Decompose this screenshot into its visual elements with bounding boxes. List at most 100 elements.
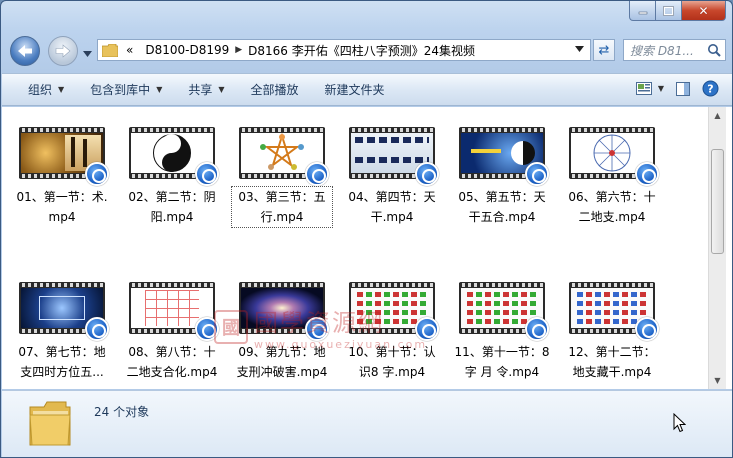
file-name[interactable]: 06、第六节：十 二地支.mp4 <box>562 187 662 227</box>
video-thumbnail[interactable] <box>239 282 329 341</box>
search-icon[interactable] <box>707 43 721 57</box>
folder-icon <box>29 401 71 446</box>
breadcrumb-overflow[interactable]: « <box>126 43 133 57</box>
details-pane: 24 个对象 <box>2 390 732 457</box>
new-folder-button[interactable]: 新建文件夹 <box>325 81 385 98</box>
chevron-down-icon: ▼ <box>657 84 664 93</box>
chevron-down-icon: ▼ <box>58 85 65 94</box>
preview-pane-icon <box>676 81 690 96</box>
address-history-dropdown-icon[interactable] <box>575 46 584 52</box>
video-thumbnail[interactable] <box>349 282 439 341</box>
file-name-line2: 二地支合化.mp4 <box>126 365 218 379</box>
organize-menu[interactable]: 组织 ▼ <box>28 81 64 98</box>
media-player-icon <box>415 162 439 186</box>
explorer-window: ✕ « D8100-D8199 ▶ D8166 李开佑《四柱八字预测》24集视频… <box>0 0 733 458</box>
search-placeholder: 搜索 D81... <box>630 43 694 58</box>
close-icon: ✕ <box>698 3 709 18</box>
folder-icon <box>102 43 118 57</box>
file-name[interactable]: 10、第十节：认 识8 字.mp4 <box>342 342 442 382</box>
file-name[interactable]: 05、第五节：天 干五合.mp4 <box>452 187 552 227</box>
video-thumbnail[interactable] <box>459 127 549 186</box>
chevron-down-icon <box>83 51 92 57</box>
address-bar[interactable]: « D8100-D8199 ▶ D8166 李开佑《四柱八字预测》24集视频 <box>97 39 591 61</box>
arrow-right-icon <box>55 44 71 58</box>
help-button[interactable]: ? <box>702 80 719 97</box>
search-input[interactable]: 搜索 D81... <box>623 39 726 61</box>
help-icon: ? <box>702 80 719 97</box>
play-all-button[interactable]: 全部播放 <box>251 81 299 98</box>
file-name-line2: 识8 字.mp4 <box>358 365 426 379</box>
forward-button[interactable] <box>48 36 78 66</box>
file-name-line1: 07、第七节：地 <box>18 345 106 359</box>
video-thumbnail[interactable] <box>459 282 549 341</box>
file-name[interactable]: 12、第十二节： 地支藏干.mp4 <box>562 342 662 382</box>
scroll-up-icon[interactable]: ▲ <box>709 107 726 124</box>
file-list-area[interactable]: 01、第一节：术. mp4 02、第二节：阴 阳.mp4 03、第三节：五 行.mp4 04… <box>2 107 708 389</box>
chevron-down-icon: ▼ <box>156 85 163 94</box>
file-name-line2: 阳.mp4 <box>150 210 194 224</box>
file-name[interactable]: 08、第八节：十 二地支合化.mp4 <box>122 342 222 382</box>
caption-buttons: ✕ <box>629 1 726 21</box>
svg-text:?: ? <box>707 83 713 96</box>
minimize-button[interactable] <box>629 1 656 21</box>
file-name-line2: 二地支.mp4 <box>578 210 646 224</box>
media-player-icon <box>525 162 549 186</box>
vertical-scrollbar[interactable]: ▲ ▼ <box>708 107 726 389</box>
video-thumbnail[interactable] <box>569 282 659 341</box>
share-menu[interactable]: 共享 ▼ <box>188 81 224 98</box>
change-view-button[interactable]: ▼ <box>635 82 664 95</box>
video-thumbnail[interactable] <box>129 127 219 186</box>
file-name[interactable]: 11、第十一节：8 字 月 令.mp4 <box>452 342 552 382</box>
close-button[interactable]: ✕ <box>682 1 726 21</box>
file-name-line1: 02、第二节：阴 <box>128 190 216 204</box>
breadcrumb-separator-icon[interactable]: ▶ <box>235 45 242 55</box>
scroll-down-icon[interactable]: ▼ <box>709 372 726 389</box>
breadcrumb-item[interactable]: D8100-D8199 <box>145 43 229 57</box>
file-name-line1: 11、第十一节：8 <box>454 345 550 359</box>
file-name-line1: 01、第一节：术. <box>16 190 108 204</box>
video-thumbnail[interactable] <box>569 127 659 186</box>
file-name-line2: 字 月 令.mp4 <box>464 365 540 379</box>
video-thumbnail[interactable] <box>19 282 109 341</box>
minimize-icon <box>638 11 647 14</box>
file-name[interactable]: 09、第九节：地 支刑冲破害.mp4 <box>232 342 332 382</box>
refresh-icon: ⇄ <box>598 42 610 58</box>
video-thumbnail[interactable] <box>19 127 109 186</box>
media-player-icon <box>85 162 109 186</box>
video-thumbnail[interactable] <box>349 127 439 186</box>
file-name-line2: 干.mp4 <box>370 210 414 224</box>
media-player-icon <box>85 317 109 341</box>
file-name[interactable]: 07、第七节：地 支四时方位五... <box>12 342 112 382</box>
scrollbar-thumb[interactable] <box>711 149 724 254</box>
file-name-line2: 支四时方位五... <box>20 365 104 379</box>
media-player-icon <box>525 317 549 341</box>
file-name-line2: 支刑冲破害.mp4 <box>236 365 328 379</box>
preview-pane-button[interactable] <box>676 81 690 96</box>
file-name[interactable]: 02、第二节：阴 阳.mp4 <box>122 187 222 227</box>
include-in-library-menu[interactable]: 包含到库中 ▼ <box>90 81 162 98</box>
media-player-icon <box>415 317 439 341</box>
file-name-line1: 03、第三节：五 <box>238 190 326 204</box>
file-name-line2: mp4 <box>48 210 76 224</box>
file-name-line2: 行.mp4 <box>260 210 304 224</box>
file-name[interactable]: 04、第四节：天 干.mp4 <box>342 187 442 227</box>
back-button[interactable] <box>10 36 40 66</box>
media-player-icon <box>305 162 329 186</box>
maximize-button[interactable] <box>656 1 682 21</box>
view-icon <box>635 82 652 95</box>
recent-pages-dropdown[interactable] <box>83 46 92 60</box>
command-bar: 组织 ▼ 包含到库中 ▼ 共享 ▼ 全部播放 新建文件夹 ▼ ? <box>2 73 732 106</box>
file-name[interactable]: 03、第三节：五 行.mp4 <box>231 186 333 228</box>
file-name-line1: 08、第八节：十 <box>128 345 216 359</box>
new-folder-label: 新建文件夹 <box>324 83 385 97</box>
refresh-button[interactable]: ⇄ <box>593 39 615 61</box>
file-name[interactable]: 01、第一节：术. mp4 <box>12 187 112 227</box>
video-thumbnail[interactable] <box>129 282 219 341</box>
item-count: 24 个对象 <box>94 405 150 419</box>
media-player-icon <box>305 317 329 341</box>
toolbar-right-group: ▼ ? <box>624 80 719 97</box>
video-thumbnail[interactable] <box>239 127 329 186</box>
file-name-line1: 09、第九节：地 <box>238 345 326 359</box>
mouse-cursor-icon <box>673 413 686 433</box>
breadcrumb-current[interactable]: D8166 李开佑《四柱八字预测》24集视频 <box>248 42 475 59</box>
